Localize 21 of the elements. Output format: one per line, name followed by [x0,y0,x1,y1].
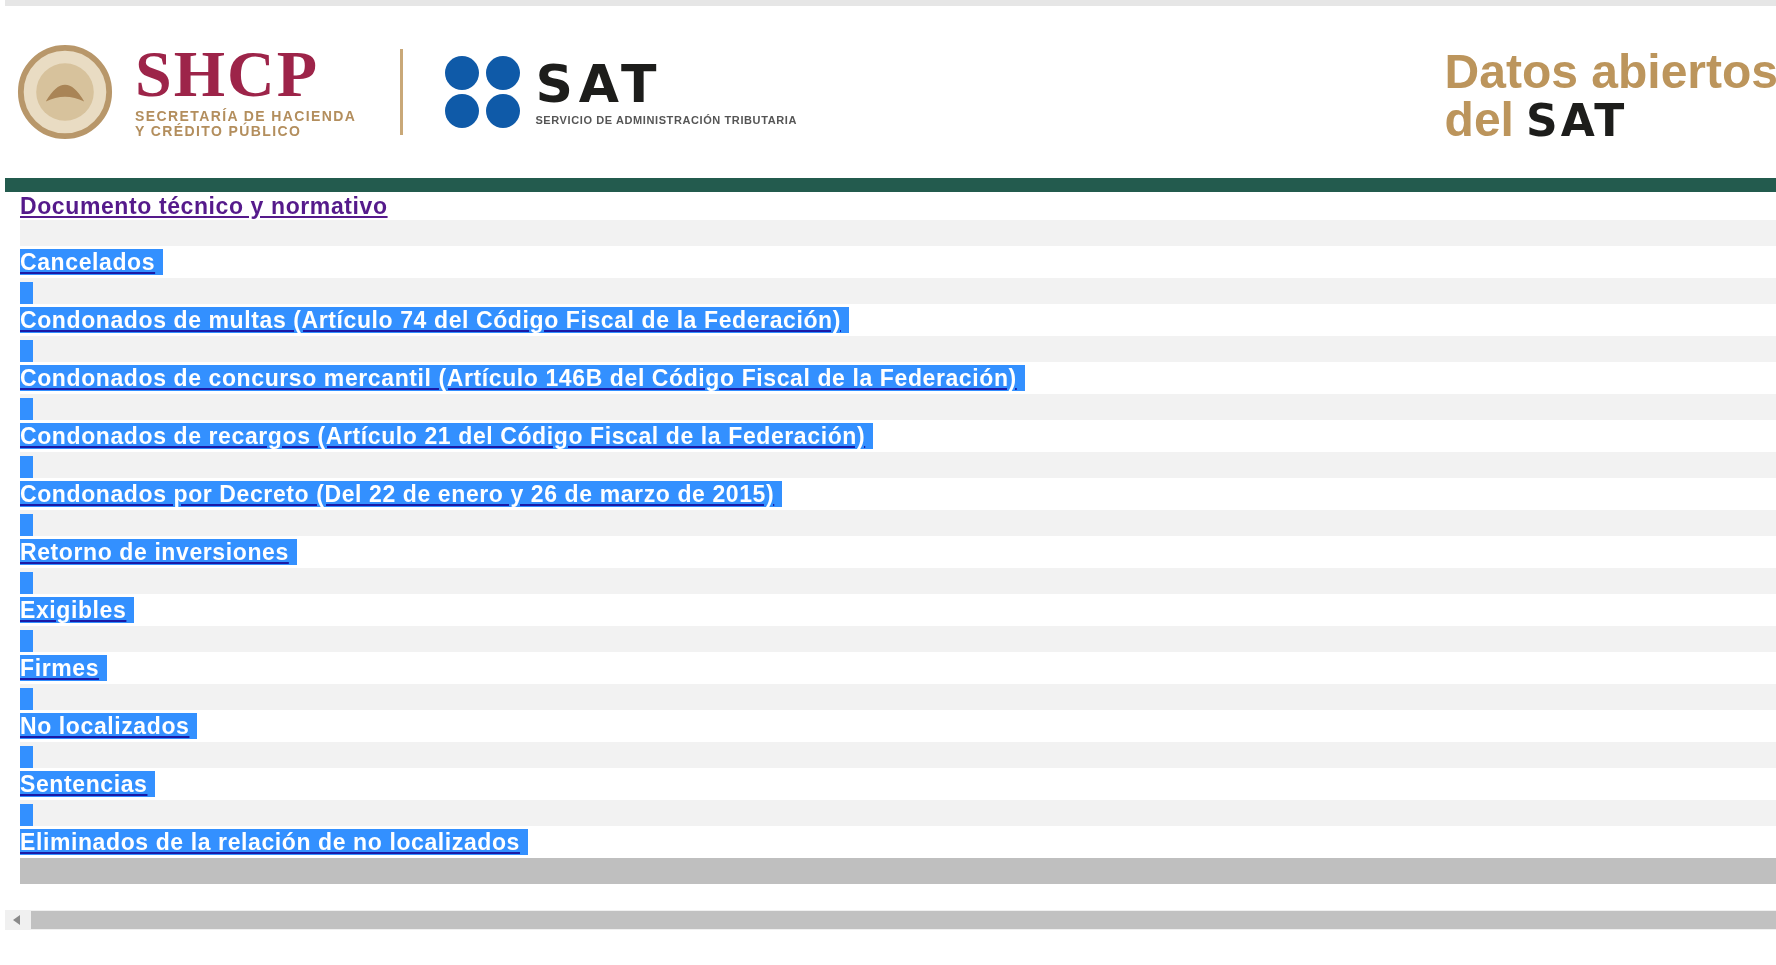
document-link[interactable]: Condonados de recargos (Artículo 21 del Código Fiscal de la Federación) [20,423,874,449]
document-link[interactable]: Firmes [20,655,108,681]
portal-title: del [1444,95,1514,144]
document-link[interactable]: Condonados de multas (Artículo 74 del Código Fiscal de la Federación) [20,307,849,333]
sat-subtitle: SERVICIO DE ADMINISTRACIÓN TRIBUTARIA [535,114,797,126]
document-link[interactable]: Cancelados [20,249,164,275]
shcp-subtitle: Y CRÉDITO PÚBLICO [135,124,303,139]
scroll-left-icon[interactable] [13,915,21,925]
portal-title: Datos abiertos [1444,47,1776,96]
document-link[interactable]: Eliminados de la relación de no localizados [20,829,528,855]
shcp-logo-text: SHCP [135,45,321,103]
document-link[interactable]: Exigibles [20,597,135,623]
portal-brand: SAT [1525,96,1628,145]
document-link[interactable]: Retorno de inversiones [20,539,297,565]
document-link[interactable]: No localizados [20,713,198,739]
sat-logo-text: SAT [535,58,664,110]
document-link[interactable]: Condonados de concurso mercantil (Artículo 146B del Código Fiscal de la Federación) [20,365,1025,391]
document-link[interactable]: Condonados por Decreto (Del 22 de enero y 26 de marzo de 2015) [20,481,783,507]
emblem-icon [17,44,113,140]
document-link[interactable]: Documento técnico y normativo [20,193,388,219]
document-link[interactable]: Sentencias [20,771,156,797]
